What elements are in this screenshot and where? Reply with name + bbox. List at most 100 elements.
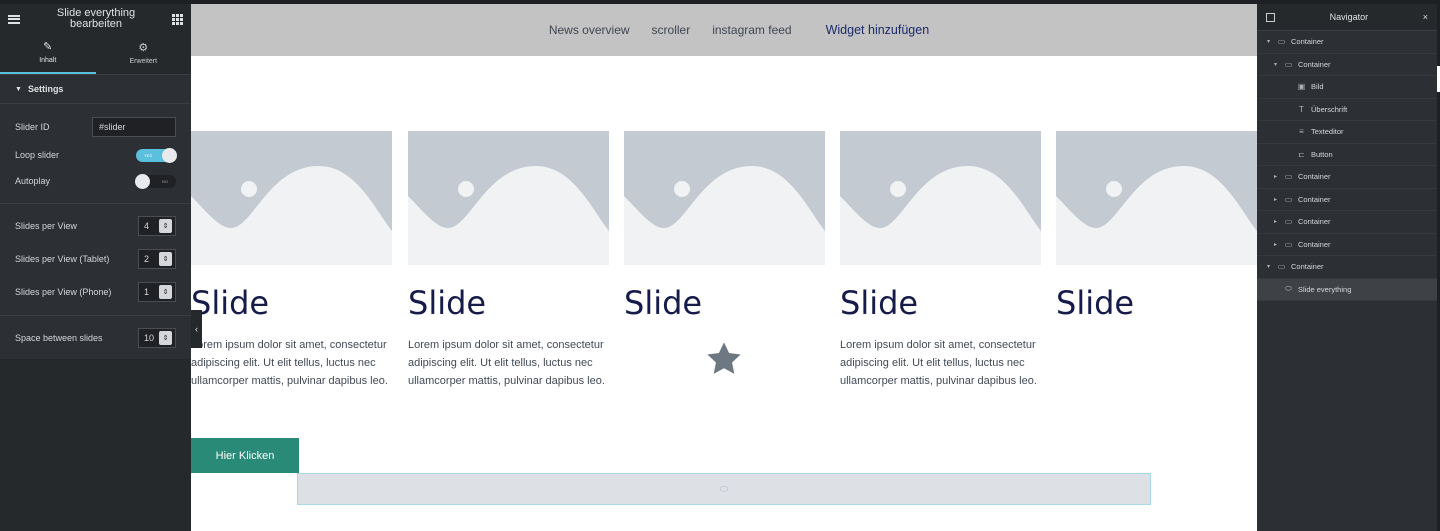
autoplay-toggle-state: NO [162, 178, 168, 184]
nav-tree-label: Überschrift [1311, 104, 1348, 114]
add-widget-link[interactable]: Widget hinzufügen [826, 23, 930, 37]
nav-tree-item[interactable]: ≡ Texteditor [1257, 121, 1437, 144]
navigator-panel: Navigator × ▾ ▭ Container ▾ ▭ Container ▣ Bil… [1257, 4, 1437, 531]
nav-tree-label: Texteditor [1311, 127, 1344, 137]
nav-tree-item-selected[interactable]: ⬭ Slide everything [1257, 278, 1437, 301]
slide[interactable]: Slide [624, 131, 825, 380]
container-icon: ▭ [1284, 239, 1293, 249]
caret-icon[interactable]: ▸ [1272, 196, 1279, 203]
tab-erweitert[interactable]: ⚙ Erweitert [96, 34, 192, 74]
editor-panel: Slide everything bearbeiten ✎ Inhalt ⚙ E… [0, 4, 191, 531]
nav-tree-item[interactable]: ▸ ▭ Container [1257, 211, 1437, 234]
nav-tree-label: Container [1298, 59, 1331, 69]
nav-tree-label: Bild [1311, 82, 1324, 92]
spinner-icon[interactable]: ⇕ [159, 331, 172, 345]
nav-tree-item[interactable]: ▸ ▭ Container [1257, 234, 1437, 256]
spv-phone-input[interactable]: 1 ⇕ [138, 282, 176, 302]
space-row: Space between slides 10 ⇕ [0, 327, 191, 349]
nav-tree-label: Container [1298, 239, 1331, 249]
nav-instagram-feed[interactable]: instagram feed [712, 23, 791, 37]
tab-erweitert-label: Erweitert [129, 58, 158, 65]
loop-toggle[interactable]: YES [136, 147, 177, 163]
spv-tablet-input[interactable]: 2 ⇕ [138, 249, 176, 269]
spv-phone-label: Slides per View (Phone) [15, 287, 112, 297]
caret-icon[interactable]: ▾ [1265, 263, 1272, 270]
container-icon: ▭ [1284, 59, 1293, 69]
nav-tree-item[interactable]: ▸ ▭ Container [1257, 189, 1437, 211]
slider-id-input[interactable]: #slider [92, 117, 176, 137]
navigator-title: Navigator [1329, 12, 1369, 22]
loop-toggle-state: YES [144, 152, 153, 158]
collapse-all-icon[interactable] [1266, 12, 1275, 22]
space-label: Space between slides [15, 333, 103, 343]
caret-icon[interactable]: ▾ [1265, 38, 1272, 45]
loop-row: Loop slider YES [0, 145, 191, 165]
slider-id-label: Slider ID [15, 122, 50, 132]
spv-value: 4 [144, 221, 150, 231]
nav-tree-item[interactable]: ▸ ▭ Container [1257, 166, 1437, 189]
widgets-grid-icon[interactable] [172, 13, 183, 25]
nav-tree-item[interactable]: ▾ ▭ Container [1257, 256, 1437, 279]
hier-klicken-button[interactable]: Hier Klicken [191, 438, 299, 473]
preview-canvas: News overview scroller instagram feed Wi… [191, 4, 1257, 531]
settings-body: Slider ID #slider Loop slider YES Autopl… [0, 104, 191, 359]
collapse-panel-button[interactable]: ‹ [191, 310, 202, 348]
caret-icon[interactable]: ▸ [1272, 173, 1279, 180]
slide[interactable]: Slide [1056, 131, 1257, 322]
caret-icon[interactable]: ▾ [1272, 61, 1279, 68]
settings-section-title: Settings [27, 84, 64, 94]
nav-tree-item[interactable]: ⊏ Button [1257, 144, 1437, 166]
slide-title: Slide [840, 284, 919, 322]
tab-inhalt[interactable]: ✎ Inhalt [0, 34, 96, 74]
nav-tree-item[interactable]: ▾ ▭ Container [1257, 31, 1437, 54]
autoplay-toggle[interactable]: NO [135, 173, 176, 189]
spv-input[interactable]: 4 ⇕ [138, 216, 176, 236]
nav-tree-item[interactable]: ▣ Bild [1257, 76, 1437, 99]
spv-row: Slides per View 4 ⇕ [0, 215, 191, 237]
close-icon[interactable]: × [1423, 12, 1428, 22]
spinner-icon[interactable]: ⇕ [159, 219, 172, 233]
slide[interactable]: Slide Lorem ipsum dolor sit amet, consec… [840, 131, 1041, 390]
slide-title: Slide [408, 284, 487, 322]
nav-scroller[interactable]: scroller [652, 23, 691, 37]
container-icon: ▭ [1284, 194, 1293, 204]
image-icon: ▣ [1297, 82, 1306, 92]
site-nav: News overview scroller instagram feed Wi… [191, 4, 1257, 56]
nav-tree-item[interactable]: ▾ ▭ Container [1257, 54, 1437, 76]
slide-text: Lorem ipsum dolor sit amet, consectetur … [408, 339, 605, 387]
image-placeholder [840, 131, 1041, 265]
tab-inhalt-label: Inhalt [39, 57, 57, 64]
container-icon: ▭ [1284, 172, 1293, 182]
menu-icon[interactable] [8, 14, 20, 24]
container-icon: ▭ [1277, 262, 1286, 272]
spinner-icon[interactable]: ⇕ [159, 285, 172, 299]
panel-tabs: ✎ Inhalt ⚙ Erweitert [0, 34, 191, 75]
empty-slider-container[interactable]: ⬭ [297, 473, 1151, 505]
space-input[interactable]: 10 ⇕ [138, 328, 176, 348]
caret-icon[interactable]: ▸ [1272, 241, 1279, 248]
settings-section-header[interactable]: ▼ Settings [0, 75, 191, 104]
navigator-header: Navigator × [1257, 4, 1437, 31]
image-placeholder [191, 131, 392, 265]
nav-tree-item[interactable]: T Überschrift [1257, 99, 1437, 121]
image-placeholder [624, 131, 825, 265]
container-icon: ▭ [1277, 37, 1286, 47]
spv-tablet-value: 2 [144, 254, 150, 264]
caret-down-icon: ▼ [15, 85, 22, 93]
gear-icon: ⚙ [138, 42, 149, 54]
slide[interactable]: Slide Lorem ipsum dolor sit amet, consec… [408, 131, 609, 390]
slide[interactable]: Slide Lorem ipsum dolor sit amet, consec… [191, 131, 392, 390]
slide-title: Slide [1056, 284, 1135, 322]
autoplay-label: Autoplay [15, 176, 51, 186]
slide-title: Slide [191, 284, 270, 322]
star-icon [703, 338, 745, 380]
nav-tree-label: Container [1298, 217, 1331, 227]
pencil-icon: ✎ [43, 41, 53, 53]
panel-title: Slide everything bearbeiten [56, 7, 136, 30]
image-placeholder [1056, 131, 1257, 265]
caret-icon[interactable]: ▸ [1272, 218, 1279, 225]
spinner-icon[interactable]: ⇕ [159, 252, 172, 266]
nav-news-overview[interactable]: News overview [549, 23, 630, 37]
slide-title: Slide [624, 284, 703, 322]
container-icon: ▭ [1284, 217, 1293, 227]
